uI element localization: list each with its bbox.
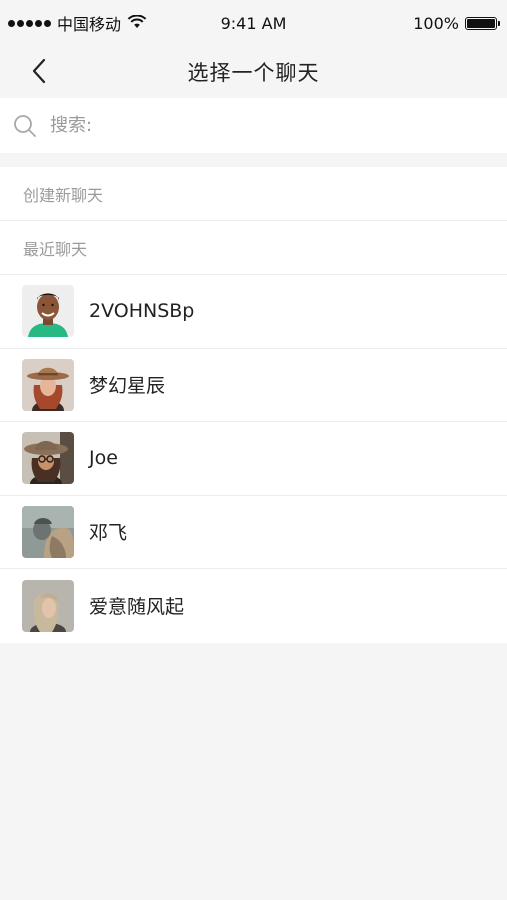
battery-percent: 100% [413,13,459,33]
recent-chats-label: 最近聊天 [23,239,88,259]
contact-name: 梦幻星辰 [89,375,166,398]
battery-level [467,18,495,28]
contact-name: 2VOHNSBp [89,300,195,323]
avatar [22,285,74,338]
avatar [22,579,74,632]
avatar [22,432,74,485]
create-new-chat-label: 创建新聊天 [23,185,104,205]
contact-name: Joe [89,447,118,470]
create-new-chat-row[interactable]: 创建新聊天 [0,167,507,221]
chevron-left-icon [31,58,47,88]
back-button[interactable] [22,56,56,90]
contact-name: 邓飞 [89,522,128,545]
contact-row[interactable]: 2VOHNSBp [0,275,507,349]
search-bar [0,98,507,153]
nav-bar: 选择一个聊天 [0,46,507,98]
status-right: 100% [413,13,500,33]
status-bar: 中国移动 9:41 AM 100% [0,0,507,46]
search-icon [12,113,38,139]
avatar [22,358,74,411]
contact-row[interactable]: 爱意随风起 [0,569,507,643]
contact-row[interactable]: 邓飞 [0,496,507,569]
screen: 中国移动 9:41 AM 100% 选择一个聊天 搜索: 创建新聊天 最近聊天 … [0,0,507,900]
battery-icon [465,16,500,30]
contact-row[interactable]: 梦幻星辰 [0,349,507,422]
page-title: 选择一个聊天 [187,61,320,85]
status-left: 中国移动 [8,11,147,35]
carrier-label: 中国移动 [57,15,122,34]
wifi-icon [127,14,147,33]
chat-list: 创建新聊天 最近聊天 2VOHNSBp 梦幻星辰 Joe 邓飞 爱意随风起 [0,167,507,643]
contact-name: 爱意随风起 [89,596,185,619]
recent-chats-header: 最近聊天 [0,221,507,275]
signal-strength-icon [8,19,51,27]
search-input[interactable] [50,115,470,136]
avatar [22,505,74,558]
contact-row[interactable]: Joe [0,422,507,496]
